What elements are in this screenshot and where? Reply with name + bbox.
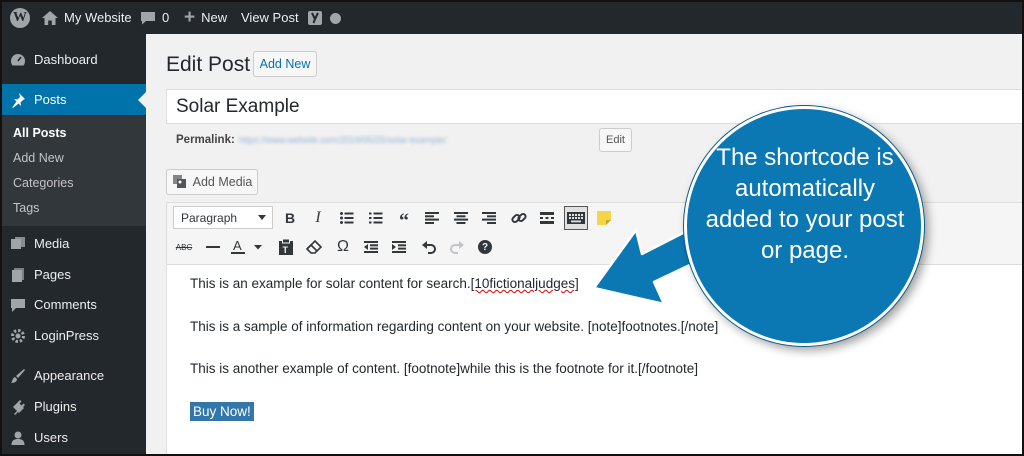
callout-text: The shortcode is automatically added to … [705,144,905,264]
screenshot-frame: W My Website 0 + New View Post Dashboard… [0,0,1024,456]
